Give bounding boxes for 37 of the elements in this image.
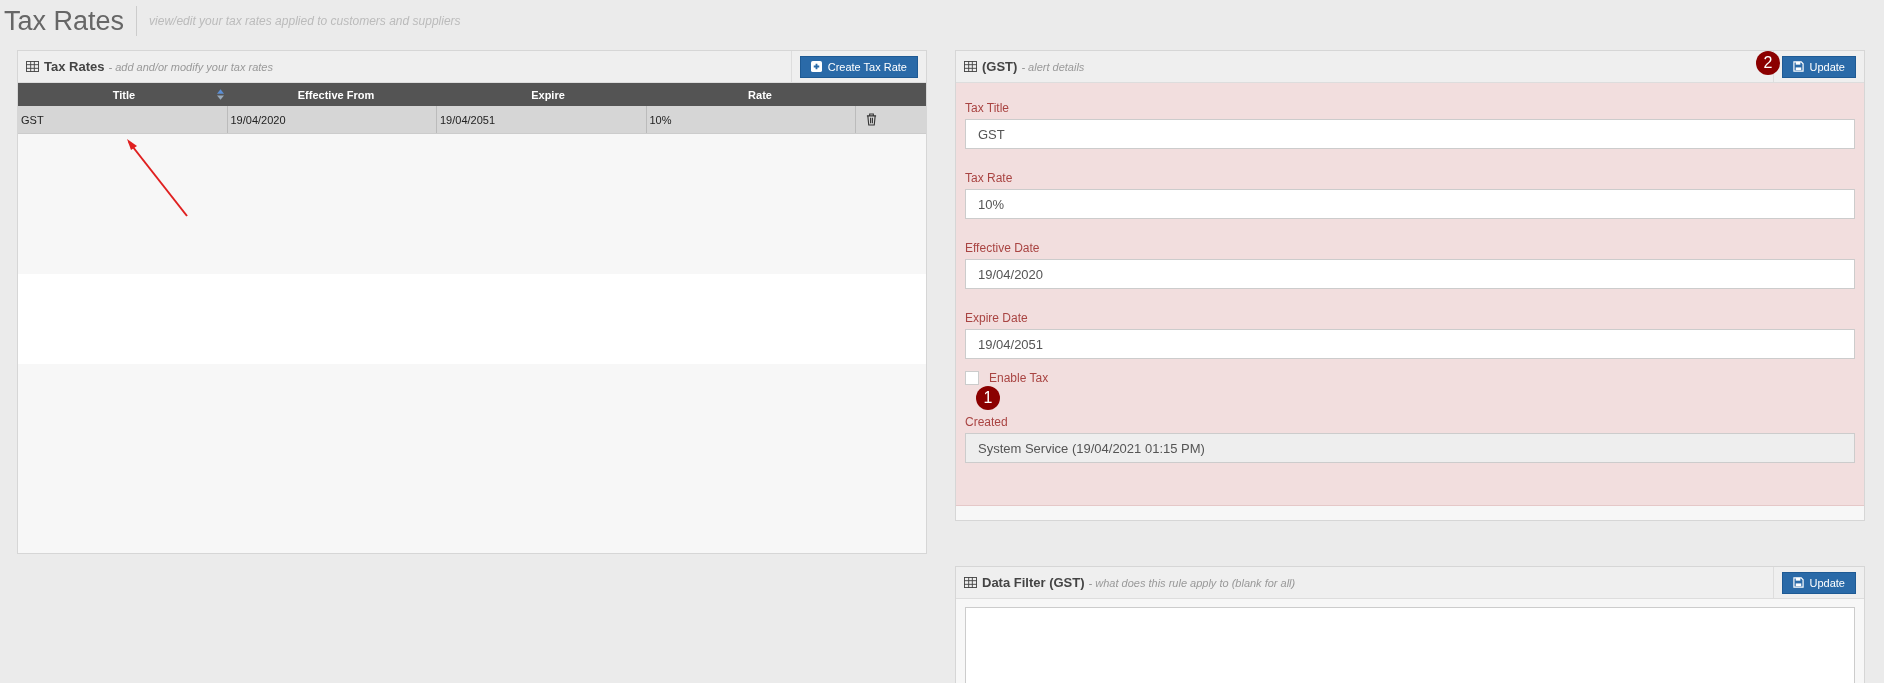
- table-icon: [26, 61, 39, 72]
- plus-icon: [810, 61, 822, 72]
- column-header[interactable]: Title: [18, 83, 230, 106]
- panel-title: Data Filter (GST): [982, 575, 1085, 590]
- column-header[interactable]: Expire: [442, 83, 654, 106]
- field-label: Created: [965, 415, 1009, 429]
- update-button[interactable]: Update: [1781, 571, 1856, 594]
- table-icon: [964, 577, 977, 588]
- field-label: Tax Title: [965, 101, 1010, 115]
- table-cell: 19/04/2020: [230, 113, 286, 126]
- update-button[interactable]: Update: [1781, 55, 1856, 78]
- field-label: Expire Date: [965, 311, 1029, 325]
- save-icon: [1792, 577, 1804, 588]
- input-field[interactable]: 10%: [965, 189, 1855, 219]
- panel-title: Tax Rates: [44, 59, 105, 74]
- field-label: Tax Rate: [965, 171, 1014, 185]
- input-field[interactable]: 19/04/2051: [965, 329, 1855, 359]
- page-title: Tax Rates: [4, 6, 138, 36]
- table-cell: 10%: [649, 113, 672, 126]
- create-tax-rate-button[interactable]: Create Tax Rate: [799, 55, 918, 78]
- panel-title: (GST): [982, 59, 1018, 74]
- table-cell: 19/04/2051: [440, 113, 496, 126]
- panel-subtitle: - what does this rule apply to (blank for all): [1088, 576, 1296, 589]
- checkbox-label: Enable Tax: [989, 371, 1049, 385]
- panel-subtitle: - add and/or modify your tax rates: [108, 60, 273, 73]
- column-header[interactable]: Rate: [654, 83, 866, 106]
- table-row[interactable]: GST 19/04/2020 19/04/2051 10%: [18, 106, 926, 134]
- table-icon: [964, 61, 977, 72]
- input-field[interactable]: 19/04/2020: [965, 259, 1855, 289]
- trash-icon[interactable]: [866, 113, 877, 126]
- panel-subtitle: - alert details: [1021, 60, 1085, 73]
- field-label: Effective Date: [965, 241, 1041, 255]
- checkbox[interactable]: [965, 371, 979, 385]
- input-field[interactable]: GST: [965, 119, 1855, 149]
- save-icon: [1792, 61, 1804, 72]
- table-cell: GST: [21, 113, 44, 126]
- column-header[interactable]: Effective From: [230, 83, 442, 106]
